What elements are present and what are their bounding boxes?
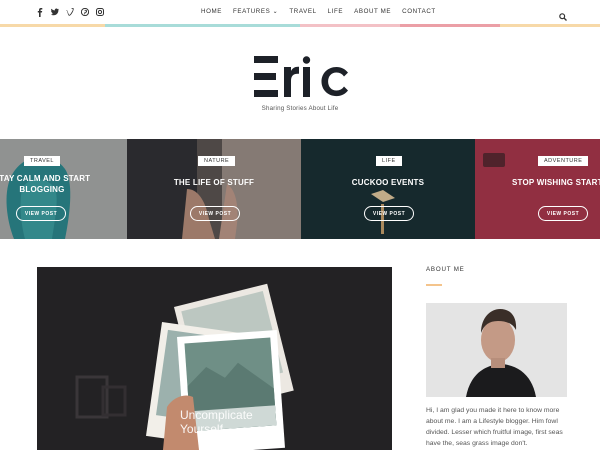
slide-title[interactable]: CUCKOO EVENTS bbox=[301, 177, 475, 188]
featured-slider: TRAVEL STAY CALM AND START BLOGGING VIEW… bbox=[0, 139, 600, 239]
main-nav: HOME FEATURES ⌄ TRAVEL LIFE ABOUT ME CON… bbox=[201, 8, 447, 15]
nav-about-me[interactable]: ABOUT ME bbox=[354, 8, 391, 15]
view-post-button[interactable]: VIEW POST bbox=[190, 206, 240, 221]
slide-title[interactable]: STOP WISHING START DO bbox=[512, 177, 600, 188]
view-post-button[interactable]: VIEW POST bbox=[364, 206, 414, 221]
featured-post-image[interactable]: Uncomplicate Yourself bbox=[37, 267, 392, 450]
slide-category-tag[interactable]: TRAVEL bbox=[24, 156, 60, 166]
slide-category-tag[interactable]: NATURE bbox=[198, 156, 236, 166]
site-tagline: Sharing Stories About Life bbox=[261, 105, 339, 112]
slide-category-tag[interactable]: ADVENTURE bbox=[538, 156, 589, 166]
slide-image bbox=[127, 139, 301, 239]
slide-life[interactable]: LIFE CUCKOO EVENTS VIEW POST bbox=[301, 139, 475, 239]
slide-image bbox=[301, 139, 475, 239]
slide-category-tag[interactable]: LIFE bbox=[376, 156, 402, 166]
featured-caption-line2: Yourself bbox=[180, 422, 224, 436]
slide-travel[interactable]: TRAVEL STAY CALM AND START BLOGGING VIEW… bbox=[0, 139, 127, 239]
top-bar: HOME FEATURES ⌄ TRAVEL LIFE ABOUT ME CON… bbox=[0, 0, 600, 24]
about-me-photo bbox=[426, 303, 567, 397]
about-me-text: Hi, I am glad you made it here to know m… bbox=[426, 407, 563, 447]
nav-features[interactable]: FEATURES ⌄ bbox=[233, 8, 278, 15]
slide-title[interactable]: STAY CALM AND START BLOGGING bbox=[0, 173, 97, 195]
view-post-button[interactable]: VIEW POST bbox=[16, 206, 66, 221]
nav-travel[interactable]: TRAVEL bbox=[289, 8, 316, 15]
slide-nature[interactable]: NATURE THE LIFE OF STUFF VIEW POST bbox=[127, 139, 301, 239]
nav-contact[interactable]: CONTACT bbox=[402, 8, 436, 15]
slide-adventure[interactable]: ADVENTURE STOP WISHING START DO VIEW POS… bbox=[475, 139, 600, 239]
social-links bbox=[36, 7, 104, 17]
slide-image bbox=[475, 139, 600, 239]
site-logo[interactable] bbox=[254, 56, 348, 98]
nav-home[interactable]: HOME bbox=[201, 8, 222, 15]
twitter-icon[interactable] bbox=[51, 7, 59, 17]
slide-title[interactable]: THE LIFE OF STUFF bbox=[127, 177, 301, 188]
color-stripe bbox=[0, 24, 600, 27]
about-me-heading: ABOUT ME bbox=[426, 266, 465, 273]
search-icon[interactable] bbox=[559, 8, 567, 21]
view-post-button[interactable]: VIEW POST bbox=[538, 206, 588, 221]
heading-underline bbox=[426, 284, 442, 286]
featured-caption-line1: Uncomplicate bbox=[180, 408, 253, 422]
facebook-icon[interactable] bbox=[36, 7, 44, 17]
featured-photo: Uncomplicate Yourself bbox=[37, 267, 392, 450]
pinterest-icon[interactable] bbox=[81, 7, 89, 17]
vimeo-icon[interactable] bbox=[66, 7, 74, 17]
instagram-icon[interactable] bbox=[96, 7, 104, 17]
nav-life[interactable]: LIFE bbox=[328, 8, 343, 15]
